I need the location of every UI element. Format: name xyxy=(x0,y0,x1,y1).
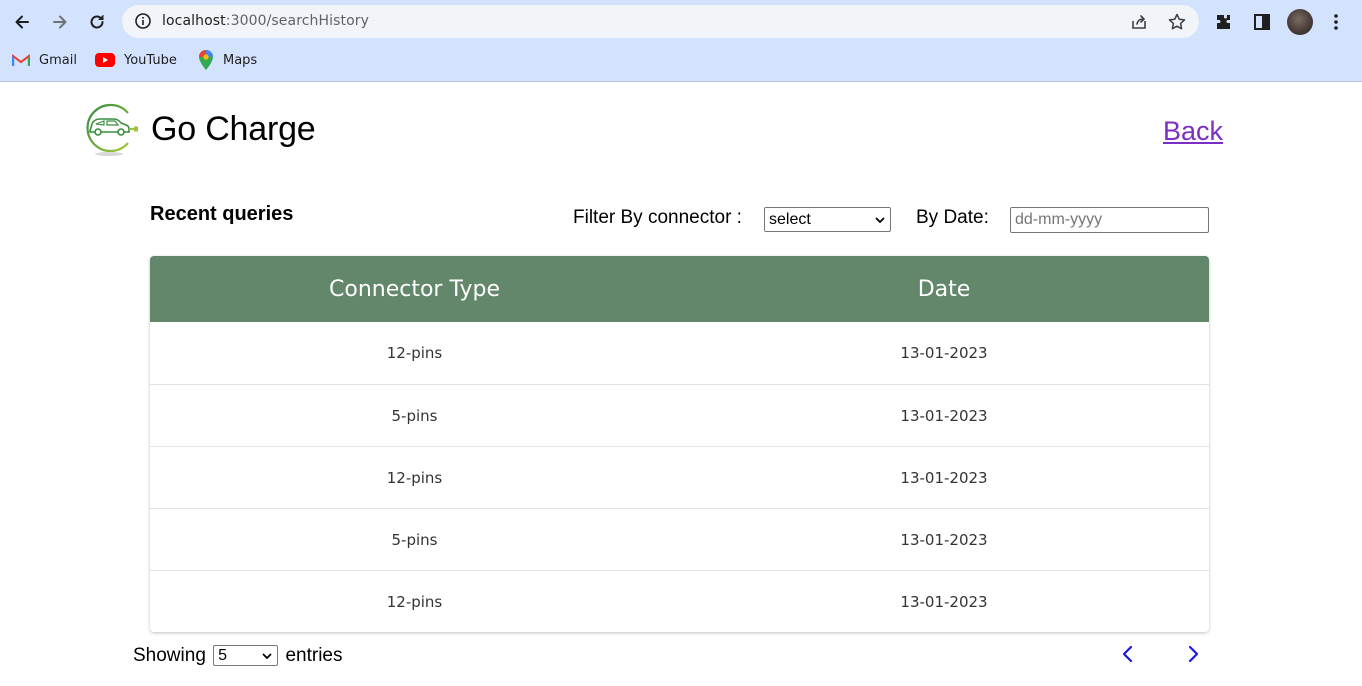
cell-connector-type: 5-pins xyxy=(391,530,438,549)
date-input-placeholder: dd-mm-yyyy xyxy=(1015,211,1103,228)
connector-filter-label: Filter By connector : xyxy=(573,207,742,228)
entries-label: entries xyxy=(285,645,343,666)
url-host: localhost xyxy=(162,13,226,29)
table-row: 5-pins 13-01-2023 xyxy=(150,384,1209,446)
date-input[interactable]: dd-mm-yyyy xyxy=(1010,207,1209,233)
site-info-icon[interactable] xyxy=(134,12,152,30)
cell-date: 13-01-2023 xyxy=(900,592,988,611)
chevron-right-icon xyxy=(1188,645,1199,663)
brand-title: Go Charge xyxy=(151,110,316,148)
connector-select[interactable]: select xyxy=(764,207,891,232)
date-filter-label: By Date: xyxy=(916,207,989,228)
cell-date: 13-01-2023 xyxy=(900,530,988,549)
extensions-icon[interactable] xyxy=(1213,11,1235,33)
history-table: Connector Type Date 12-pins 13-01-2023 5… xyxy=(150,256,1209,632)
connector-select-value: select xyxy=(769,211,811,228)
bookmark-maps[interactable]: Maps xyxy=(198,50,257,70)
column-header-date: Date xyxy=(917,276,971,302)
address-bar[interactable]: localhost:3000/searchHistory xyxy=(122,5,1199,38)
forward-arrow-icon[interactable] xyxy=(46,8,74,36)
browser-toolbar: localhost:3000/searchHistory xyxy=(0,0,1362,44)
bookmark-label: Maps xyxy=(223,52,258,68)
entries-select[interactable]: 5 xyxy=(213,645,279,667)
profile-avatar[interactable] xyxy=(1287,9,1313,35)
table-body: 12-pins 13-01-2023 5-pins 13-01-2023 12-… xyxy=(150,322,1209,632)
table-row: 12-pins 13-01-2023 xyxy=(150,446,1209,508)
entries-select-value: 5 xyxy=(218,647,228,665)
browser-chrome: localhost:3000/searchHistory Gmail YouTu… xyxy=(0,0,1362,82)
youtube-icon xyxy=(95,53,115,67)
cell-connector-type: 12-pins xyxy=(386,468,443,487)
back-arrow-icon[interactable] xyxy=(8,8,36,36)
page-content: Go Charge Back Recent queries Filter By … xyxy=(0,83,1362,686)
bookmark-gmail[interactable]: Gmail xyxy=(12,50,77,70)
gmail-icon xyxy=(12,54,30,66)
cell-connector-type: 12-pins xyxy=(386,344,443,362)
share-icon[interactable] xyxy=(1129,12,1149,32)
column-header-connector-type: Connector Type xyxy=(329,276,500,302)
go-charge-logo xyxy=(86,103,138,156)
chevron-left-icon xyxy=(1122,645,1133,663)
cell-connector-type: 5-pins xyxy=(391,406,438,425)
bookmark-label: Gmail xyxy=(39,52,77,68)
side-panel-icon[interactable] xyxy=(1251,11,1273,33)
next-page-button[interactable] xyxy=(1182,643,1204,665)
cell-connector-type: 12-pins xyxy=(386,592,443,611)
bookmarks-bar: Gmail YouTube Maps xyxy=(0,46,1362,72)
bookmark-youtube[interactable]: YouTube xyxy=(95,50,177,70)
maps-icon xyxy=(199,50,213,70)
url-path: :3000/searchHistory xyxy=(225,13,370,29)
table-row: 5-pins 13-01-2023 xyxy=(150,508,1209,570)
url-text[interactable]: localhost:3000/searchHistory xyxy=(162,13,369,29)
back-link[interactable]: Back xyxy=(1163,116,1223,147)
entries-control: Showing 5 entries xyxy=(133,645,342,667)
table-row: 12-pins 13-01-2023 xyxy=(150,322,1209,384)
reload-icon[interactable] xyxy=(83,8,111,36)
cell-date: 13-01-2023 xyxy=(900,406,988,425)
cell-date: 13-01-2023 xyxy=(900,468,988,487)
previous-page-button[interactable] xyxy=(1117,643,1139,665)
chevron-down-icon xyxy=(875,217,885,224)
bookmark-star-icon[interactable] xyxy=(1167,12,1187,32)
showing-label: Showing xyxy=(133,645,206,666)
table-header: Connector Type Date xyxy=(150,256,1209,322)
more-menu-icon[interactable] xyxy=(1325,11,1347,33)
section-title: Recent queries xyxy=(150,203,294,225)
table-row: 12-pins 13-01-2023 xyxy=(150,570,1209,632)
bookmark-label: YouTube xyxy=(124,52,177,68)
chevron-down-icon xyxy=(262,653,272,660)
cell-date: 13-01-2023 xyxy=(900,344,988,362)
